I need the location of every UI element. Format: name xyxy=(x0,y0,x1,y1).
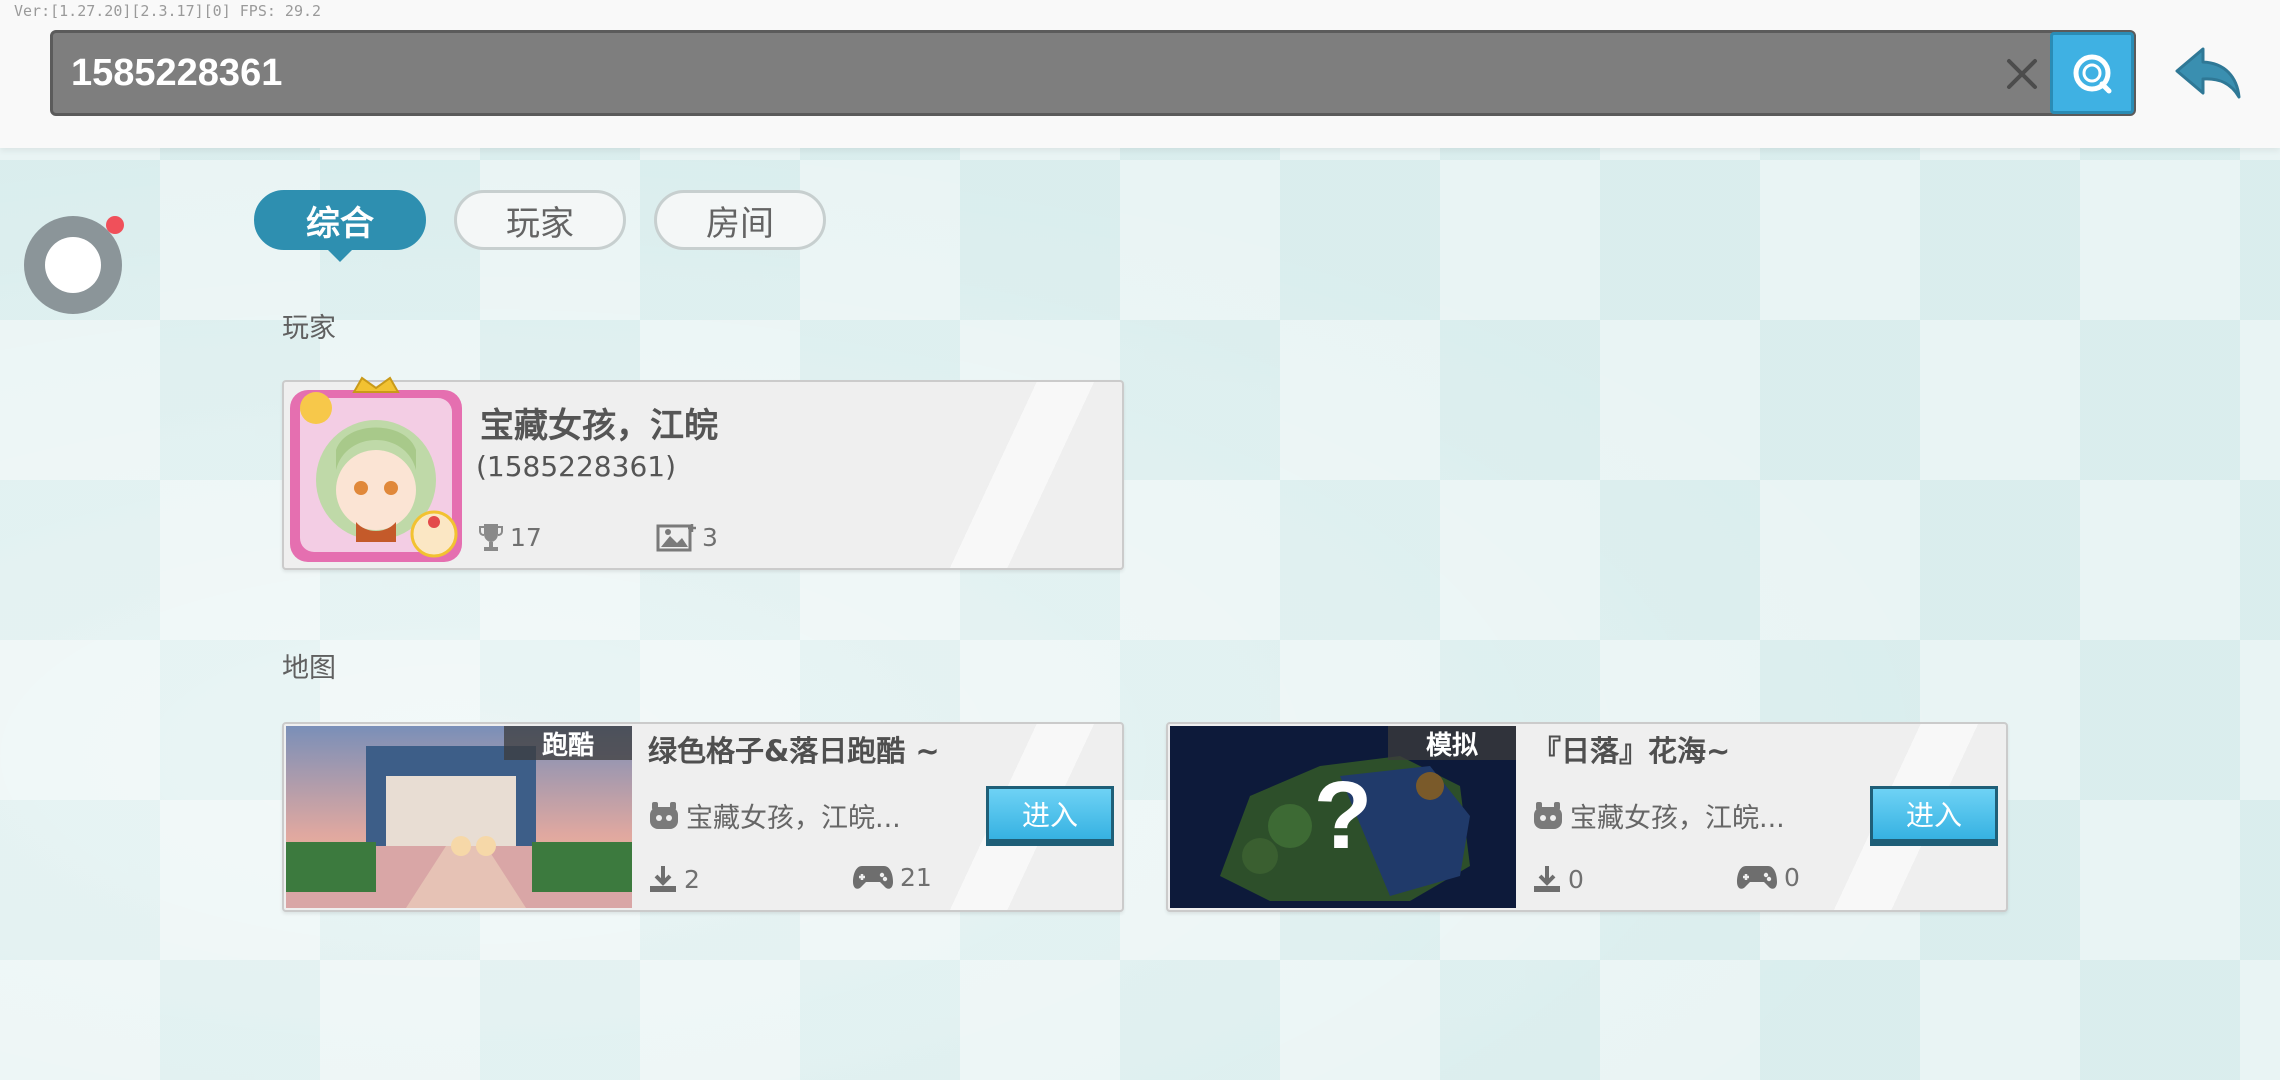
search-icon xyxy=(2073,54,2112,94)
players-stat: 21 xyxy=(852,862,932,892)
map-author: 宝藏女孩，江皖... xyxy=(648,796,901,835)
search-input[interactable] xyxy=(71,33,1991,113)
downloads-count: 2 xyxy=(684,864,700,894)
map-card[interactable]: ? 模拟 『日落』花海~ 宝藏女孩，江皖... 进入 0 0 xyxy=(1166,722,2008,912)
images-count: 3 xyxy=(702,522,718,552)
map-author: 宝藏女孩，江皖... xyxy=(1532,796,1785,835)
robot-avatar-icon xyxy=(650,801,678,829)
downloads-stat: 2 xyxy=(648,864,700,894)
download-icon xyxy=(650,866,676,892)
players-count: 21 xyxy=(900,862,932,892)
tab-all[interactable]: 综合 xyxy=(254,190,426,250)
back-arrow-icon xyxy=(2175,47,2241,99)
maps-section-label: 地图 xyxy=(282,653,336,684)
map-title: 绿色格子&落日跑酷 ~ xyxy=(648,734,940,768)
trophy-icon xyxy=(479,524,503,551)
player-id: (1585228361) xyxy=(476,450,676,483)
download-icon xyxy=(1534,866,1560,892)
floating-menu-button[interactable] xyxy=(24,216,124,314)
map-category-tag: 模拟 xyxy=(1388,726,1516,761)
floating-button-inner xyxy=(45,237,101,293)
tab-rooms[interactable]: 房间 xyxy=(654,190,826,250)
map-author-name: 宝藏女孩，江皖... xyxy=(686,803,901,834)
player-avatar[interactable] xyxy=(276,370,476,570)
map-thumbnail: 跑酷 xyxy=(286,726,632,908)
player-name: 宝藏女孩，江皖 xyxy=(480,406,718,446)
search-bar xyxy=(50,30,2136,116)
gamepad-icon xyxy=(1737,866,1777,889)
downloads-stat: 0 xyxy=(1532,864,1584,894)
tab-players[interactable]: 玩家 xyxy=(454,190,626,250)
players-stat: 0 xyxy=(1736,862,1800,892)
players-section-label: 玩家 xyxy=(282,313,336,344)
gamepad-icon xyxy=(853,866,893,889)
images-stat: 3 xyxy=(656,522,718,552)
enter-map-button[interactable]: 进入 xyxy=(1870,786,1998,842)
svg-text:?: ? xyxy=(1314,762,1373,869)
search-button[interactable] xyxy=(2050,32,2134,114)
back-button[interactable] xyxy=(2170,38,2246,108)
notification-dot xyxy=(106,216,124,234)
trophy-stat: 17 xyxy=(478,522,542,552)
downloads-count: 0 xyxy=(1568,864,1584,894)
avatar-frame-art xyxy=(290,376,462,562)
trophy-count: 17 xyxy=(510,522,542,552)
clear-search-button[interactable] xyxy=(1995,47,2049,101)
map-title: 『日落』花海~ xyxy=(1532,734,1731,768)
enter-map-button[interactable]: 进入 xyxy=(986,786,1114,842)
close-icon xyxy=(2007,59,2037,89)
map-author-name: 宝藏女孩，江皖... xyxy=(1570,803,1785,834)
robot-avatar-icon xyxy=(1534,801,1562,829)
map-category-tag: 跑酷 xyxy=(504,726,632,761)
debug-version-text: Ver:[1.27.20][2.3.17][0] FPS: 29.2 xyxy=(14,2,322,20)
map-card[interactable]: 跑酷 绿色格子&落日跑酷 ~ 宝藏女孩，江皖... 进入 2 21 xyxy=(282,722,1124,912)
players-count: 0 xyxy=(1784,862,1800,892)
map-thumbnail: ? 模拟 xyxy=(1170,726,1516,908)
gallery-icon xyxy=(656,524,696,552)
header-bar xyxy=(0,0,2280,148)
search-tabs: 综合 玩家 房间 xyxy=(254,190,826,250)
